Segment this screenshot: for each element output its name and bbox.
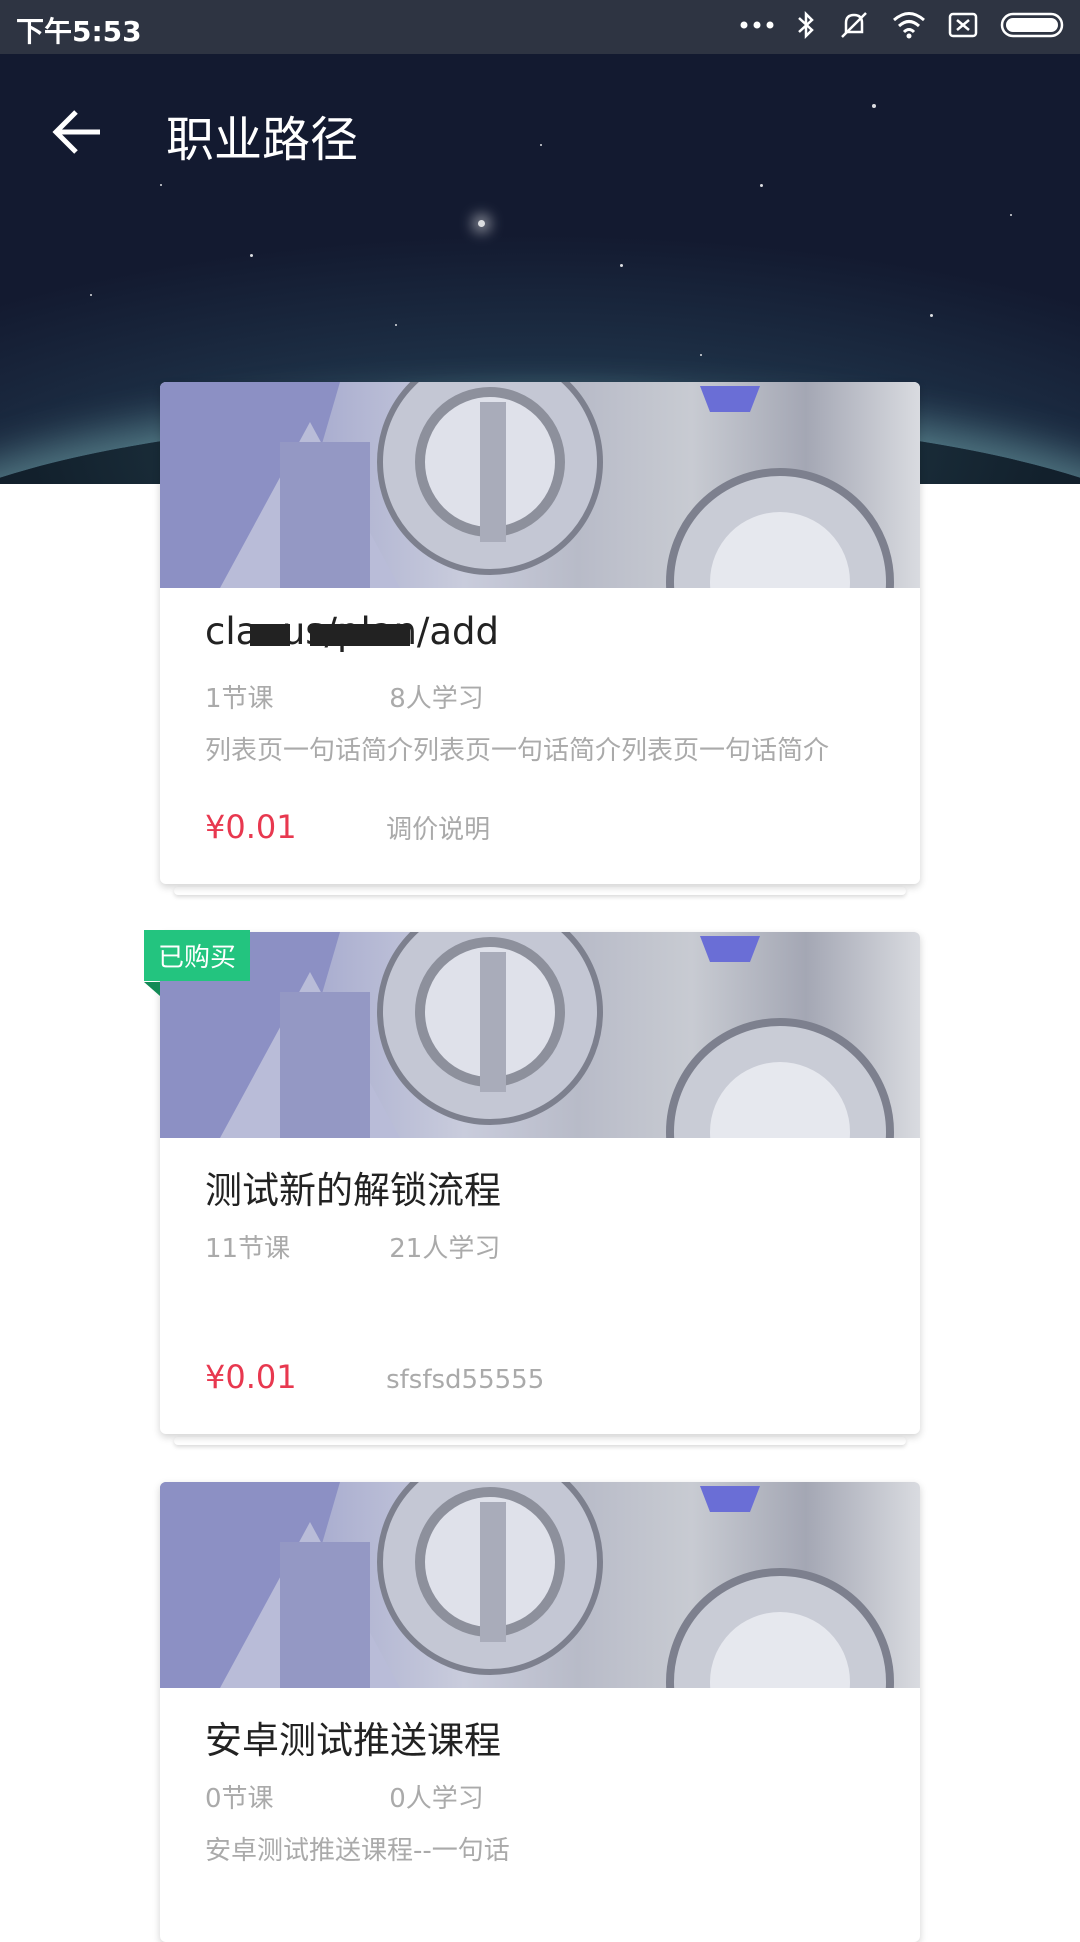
lesson-count: 0节课	[205, 1784, 274, 1814]
page-title: 职业路径	[166, 112, 359, 168]
learner-count: 21人学习	[389, 1234, 501, 1264]
back-arrow-icon[interactable]	[50, 104, 106, 160]
status-bar: 下午5:53	[0, 0, 1080, 54]
course-title: cla .us/plan/add	[205, 610, 499, 653]
lesson-count: 1节课	[205, 684, 274, 714]
more-dots-icon	[740, 21, 774, 29]
course-thumbnail	[160, 382, 920, 588]
course-description: 列表页一句话简介列表页一句话简介列表页一句话简介	[205, 736, 830, 764]
redaction-mask	[310, 624, 410, 646]
course-price: ¥0.01	[205, 808, 297, 846]
redaction-mask	[250, 624, 290, 646]
purchased-badge: 已购买	[144, 930, 251, 981]
learner-count: 0人学习	[389, 1784, 484, 1814]
course-thumbnail	[160, 932, 920, 1138]
course-card[interactable]: cla .us/plan/add 1节课 8人学习 列表页一句话简介列表页一句话…	[160, 382, 920, 884]
course-title: 测试新的解锁流程	[205, 1169, 501, 1210]
card-stack-shadow	[174, 1437, 906, 1445]
course-card[interactable]: 安卓测试推送课程 0节课 0人学习 安卓测试推送课程--一句话	[160, 1482, 920, 1942]
wifi-icon	[893, 12, 925, 39]
course-title: 安卓测试推送课程	[205, 1719, 501, 1760]
course-description	[205, 1280, 875, 1314]
badge-fold	[144, 982, 160, 996]
sim-icon	[948, 12, 978, 38]
price-note: 调价说明	[386, 815, 491, 845]
learner-count: 8人学习	[389, 684, 484, 714]
course-description: 安卓测试推送课程--一句话	[205, 1836, 510, 1864]
course-card[interactable]: 已购买 测试新的解锁流程 11节课 21人学习 ¥0.01 sfsfsd5555…	[144, 930, 920, 1434]
course-thumbnail	[160, 1482, 920, 1688]
bluetooth-icon	[798, 10, 814, 40]
status-time: 下午5:53	[16, 15, 142, 48]
card-stack-shadow	[174, 887, 906, 895]
mute-icon	[841, 12, 867, 38]
lesson-count: 11节课	[205, 1234, 291, 1264]
battery-icon	[1000, 12, 1064, 38]
course-price: ¥0.01	[205, 1358, 297, 1396]
price-note: sfsfsd55555	[386, 1365, 545, 1395]
status-icons	[740, 10, 1066, 40]
